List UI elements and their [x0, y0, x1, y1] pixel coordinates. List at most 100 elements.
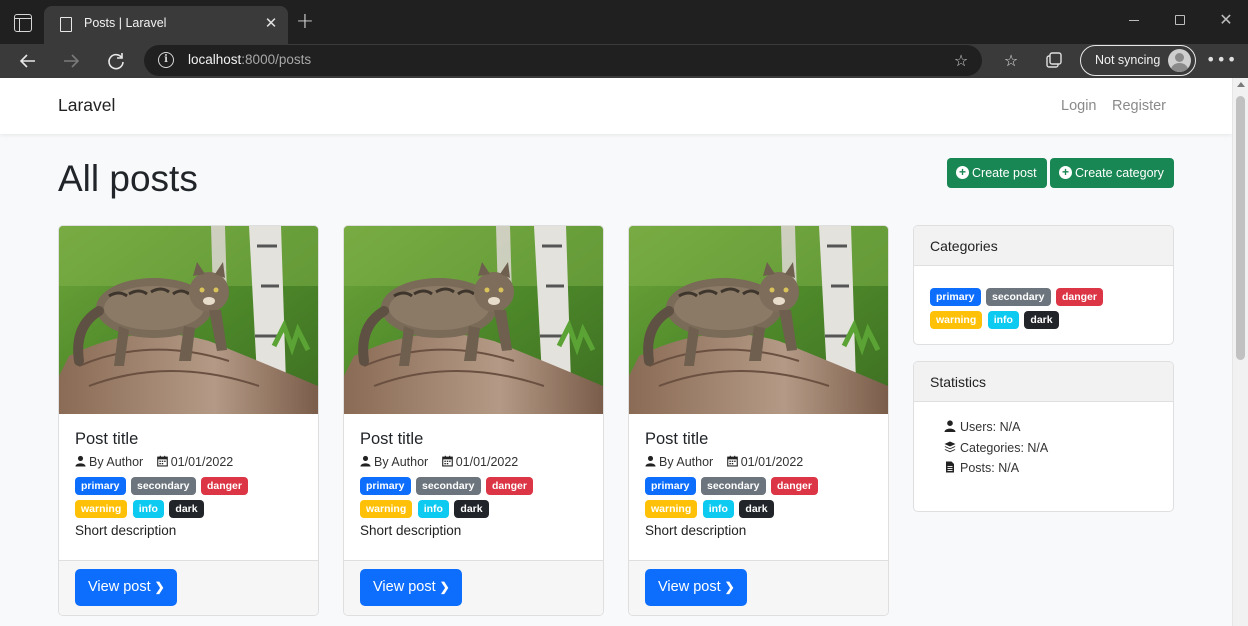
page-icon: [60, 17, 72, 32]
badge-info[interactable]: info: [417, 500, 449, 518]
create-post-label: Create post: [972, 166, 1037, 180]
chevron-right-icon: ❯: [439, 580, 450, 594]
login-link[interactable]: Login: [1061, 98, 1096, 114]
badge-dark[interactable]: dark: [169, 500, 204, 518]
back-arrow-icon[interactable]: [13, 46, 43, 76]
badge-warning[interactable]: warning: [75, 500, 128, 518]
post-card-footer: View post ❯: [344, 560, 603, 615]
favorites-icon[interactable]: ☆: [996, 46, 1026, 76]
post-date: 01/01/2022: [170, 455, 234, 469]
plus-circle-icon: +: [1059, 166, 1072, 179]
info-icon[interactable]: i: [158, 52, 174, 68]
reload-icon[interactable]: [101, 46, 131, 76]
calendar-icon: [441, 455, 453, 467]
badge-primary[interactable]: primary: [930, 288, 981, 306]
stat-users: Users: N/A: [944, 420, 1020, 434]
page-title: All posts: [58, 158, 198, 199]
post-image: [344, 226, 603, 414]
badge-warning[interactable]: warning: [645, 500, 698, 518]
badge-danger[interactable]: danger: [485, 477, 533, 495]
register-link[interactable]: Register: [1112, 98, 1166, 114]
more-options-icon[interactable]: •••: [1206, 46, 1236, 76]
post-title: Post title: [75, 430, 139, 448]
post-card: Post title By Author 01/01/2022 primary …: [58, 225, 319, 616]
post-date: 01/01/2022: [740, 455, 804, 469]
badge-warning[interactable]: warning: [360, 500, 413, 518]
post-card-footer: View post ❯: [59, 560, 318, 615]
post-description: Short description: [645, 523, 747, 538]
badge-secondary[interactable]: secondary: [415, 477, 481, 495]
badge-dark[interactable]: dark: [739, 500, 774, 518]
post-badges-row: primary secondary danger: [75, 476, 305, 495]
profile-button[interactable]: Not syncing: [1080, 45, 1196, 76]
maximize-icon[interactable]: [1165, 8, 1195, 32]
badge-secondary[interactable]: secondary: [700, 477, 766, 495]
tab-actions-icon[interactable]: [14, 14, 32, 32]
view-post-button[interactable]: View post ❯: [75, 569, 177, 606]
post-badges-row: warning info dark: [360, 499, 590, 518]
collections-icon[interactable]: [1039, 46, 1069, 76]
category-badges-row: primary secondary danger: [930, 287, 1104, 306]
post-title: Post title: [360, 430, 424, 448]
category-badges-row: warning info dark: [930, 310, 1060, 329]
badge-warning[interactable]: warning: [930, 311, 983, 329]
badge-primary[interactable]: primary: [645, 477, 696, 495]
statistics-title: Statistics: [914, 362, 1173, 402]
browser-tab[interactable]: Posts | Laravel ✕: [44, 6, 288, 44]
view-post-label: View post: [373, 579, 436, 595]
tab-title: Posts | Laravel: [84, 16, 167, 30]
stat-posts: Posts: N/A: [944, 461, 1019, 475]
badge-info[interactable]: info: [702, 500, 734, 518]
badge-info[interactable]: info: [132, 500, 164, 518]
user-icon: [944, 420, 956, 432]
minimize-icon[interactable]: [1119, 8, 1149, 32]
stat-categories: Categories: N/A: [944, 441, 1048, 455]
add-favorite-icon[interactable]: ☆: [950, 50, 972, 72]
layers-icon: [944, 441, 956, 453]
view-post-button[interactable]: View post ❯: [360, 569, 462, 606]
forward-arrow-icon[interactable]: [56, 46, 86, 76]
page-scrollbar[interactable]: [1232, 78, 1248, 626]
statistics-card: Statistics Users: N/A Categories: N/A Po…: [913, 361, 1174, 512]
new-tab-icon[interactable]: +: [292, 10, 318, 36]
scroll-thumb[interactable]: [1236, 96, 1245, 360]
badge-dark[interactable]: dark: [1024, 311, 1059, 329]
post-card: Post title By Author 01/01/2022 primary …: [628, 225, 889, 616]
badge-danger[interactable]: danger: [770, 477, 818, 495]
close-icon[interactable]: ✕: [260, 12, 282, 34]
post-card: Post title By Author 01/01/2022 primary …: [343, 225, 604, 616]
badge-dark[interactable]: dark: [454, 500, 489, 518]
badge-primary[interactable]: primary: [75, 477, 126, 495]
window-close-icon[interactable]: ✕: [1211, 8, 1241, 32]
calendar-icon: [726, 455, 738, 467]
post-meta: By Author 01/01/2022: [360, 455, 518, 469]
post-date: 01/01/2022: [455, 455, 519, 469]
user-icon: [645, 455, 656, 467]
post-author: By Author: [89, 455, 144, 469]
badge-info[interactable]: info: [987, 311, 1019, 329]
badge-secondary[interactable]: secondary: [985, 288, 1051, 306]
post-meta: By Author 01/01/2022: [645, 455, 803, 469]
scroll-up-arrow-icon[interactable]: [1237, 82, 1245, 87]
file-icon: [946, 461, 954, 473]
post-title: Post title: [645, 430, 709, 448]
browser-toolbar: i localhost:8000/posts ☆ ☆ Not syncing •…: [0, 44, 1248, 78]
avatar: [1168, 49, 1191, 72]
view-post-button[interactable]: View post ❯: [645, 569, 747, 606]
create-category-button[interactable]: + Create category: [1050, 158, 1174, 188]
address-bar[interactable]: i localhost:8000/posts ☆: [144, 45, 982, 76]
badge-danger[interactable]: danger: [1055, 288, 1103, 306]
post-author: By Author: [659, 455, 714, 469]
badge-danger[interactable]: danger: [200, 477, 248, 495]
chevron-right-icon: ❯: [154, 580, 165, 594]
post-image: [629, 226, 888, 414]
create-post-button[interactable]: + Create post: [947, 158, 1047, 188]
post-meta: By Author 01/01/2022: [75, 455, 233, 469]
brand-link[interactable]: Laravel: [58, 95, 115, 116]
site-navbar: Laravel Login Register: [0, 78, 1232, 134]
user-icon: [75, 455, 86, 467]
url-text[interactable]: localhost:8000/posts: [188, 52, 311, 67]
badge-primary[interactable]: primary: [360, 477, 411, 495]
post-badges-row: warning info dark: [645, 499, 875, 518]
badge-secondary[interactable]: secondary: [130, 477, 196, 495]
